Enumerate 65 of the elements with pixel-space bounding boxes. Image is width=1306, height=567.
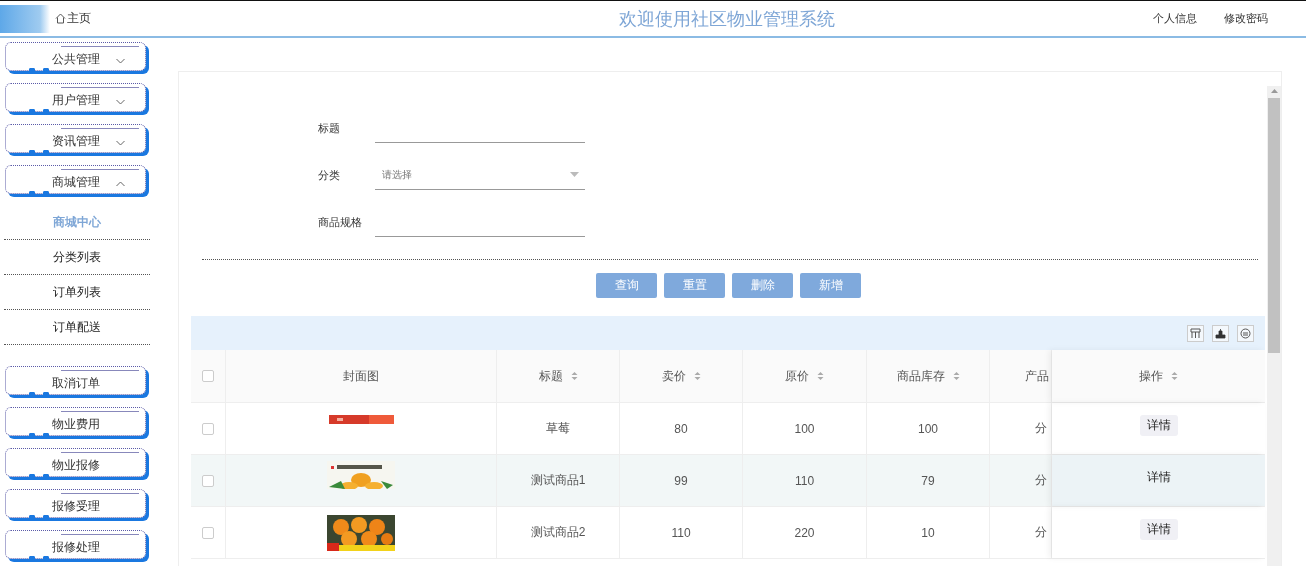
sidebar-menu-item[interactable]: 物业报修 xyxy=(5,448,146,477)
column-header: 操作 xyxy=(1052,350,1265,402)
home-link[interactable]: 主页 xyxy=(55,10,91,27)
table-cell: 110 xyxy=(620,507,743,558)
column-header: 产品 xyxy=(990,350,1052,402)
table-cell: 分 xyxy=(990,507,1052,558)
table-row[interactable]: 草莓 80 100 100 分 详情 xyxy=(191,403,1265,455)
table-cell: 99 xyxy=(620,455,743,506)
checkbox[interactable] xyxy=(202,526,214,539)
print-icon[interactable] xyxy=(1237,324,1254,342)
detail-button[interactable]: 详情 xyxy=(1139,415,1178,436)
table-cell: 测试商品2 xyxy=(497,507,620,558)
table-row[interactable]: 测试商品1 99 110 79 分 详情 xyxy=(191,455,1265,507)
table-cell: 110 xyxy=(743,455,867,506)
table-cell: 10 xyxy=(867,507,990,558)
select-field[interactable]: 请选择 xyxy=(375,160,585,190)
column-header: 卖价 xyxy=(620,350,743,402)
header-link[interactable]: 修改密码 xyxy=(1224,11,1268,26)
table-cell: 80 xyxy=(620,403,743,454)
sort-icon[interactable] xyxy=(817,371,824,381)
scroll-up-icon[interactable] xyxy=(1270,89,1278,93)
column-header: 原价 xyxy=(743,350,867,402)
header-decoration xyxy=(0,4,50,33)
checkbox[interactable] xyxy=(202,370,214,382)
checkbox[interactable] xyxy=(202,474,214,487)
caret-icon xyxy=(570,172,579,177)
scrollbar[interactable] xyxy=(1267,86,1281,566)
table-cell: 79 xyxy=(867,455,990,506)
sort-icon[interactable] xyxy=(693,371,701,381)
checkbox[interactable] xyxy=(202,422,214,435)
sidebar-menu-item[interactable]: 物业费用 xyxy=(5,407,146,436)
submenu-item[interactable]: 订单列表 xyxy=(4,276,150,310)
detail-button[interactable]: 详情 xyxy=(1139,467,1178,488)
sidebar-menu-item[interactable]: 用户管理 xyxy=(5,83,146,112)
export-icon[interactable] xyxy=(1212,324,1229,342)
sidebar-menu-item[interactable]: 资讯管理 xyxy=(5,124,146,153)
sidebar-menu-item[interactable]: 公共管理 xyxy=(5,42,146,71)
table-cell: 草莓 xyxy=(497,403,620,454)
field-label: 标题 xyxy=(318,120,341,136)
sidebar-menu-item[interactable]: 商城管理 xyxy=(5,165,146,194)
table-cell: 分 xyxy=(990,403,1052,454)
sort-icon[interactable] xyxy=(1171,371,1178,381)
submenu-item[interactable]: 分类列表 xyxy=(4,241,150,275)
table-cell: 测试商品1 xyxy=(497,455,620,506)
sort-icon[interactable] xyxy=(952,371,960,381)
sidebar-menu-item[interactable]: 取消订单 xyxy=(5,366,146,395)
sort-icon[interactable] xyxy=(570,371,578,381)
scrollbar-thumb[interactable] xyxy=(1268,98,1280,353)
submenu-item[interactable]: 订单配送 xyxy=(4,311,150,345)
table-cell: 100 xyxy=(743,403,867,454)
column-header: 商品库存 xyxy=(867,350,990,402)
field-label: 分类 xyxy=(318,167,341,183)
header-link[interactable]: 个人信息 xyxy=(1153,11,1197,26)
sidebar-menu-item[interactable]: 报修处理 xyxy=(5,530,146,559)
app-title: 欢迎使用社区物业管理系统 xyxy=(618,7,836,31)
field-label: 商品规格 xyxy=(318,214,363,230)
home-icon xyxy=(55,13,66,24)
table-cell: 100 xyxy=(867,403,990,454)
detail-button[interactable]: 详情 xyxy=(1139,519,1178,540)
table-row[interactable]: 测试商品2 110 220 10 分 详情 xyxy=(191,507,1265,559)
column-header: 标题 xyxy=(497,350,620,402)
table-cell: 220 xyxy=(743,507,867,558)
sidebar-menu-item[interactable]: 报修受理 xyxy=(5,489,146,518)
column-header: 封面图 xyxy=(226,350,497,402)
columns-icon[interactable] xyxy=(1187,324,1204,342)
